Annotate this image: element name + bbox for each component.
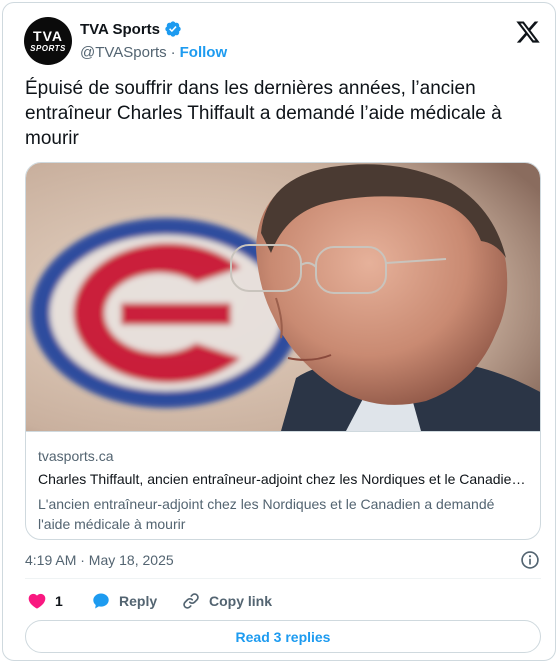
like-count: 1 — [55, 593, 63, 609]
link-icon — [183, 593, 199, 609]
divider — [25, 578, 541, 579]
avatar[interactable]: TVA SPORTS — [24, 17, 72, 65]
avatar-logo-text-top: TVA — [33, 28, 63, 44]
author-name[interactable]: TVA Sports — [80, 21, 160, 38]
verified-badge-icon — [165, 21, 181, 37]
tweet-embed-card: TVA SPORTS TVA Sports @TVASports · Follo… — [2, 2, 556, 661]
copy-link-button[interactable]: Copy link — [181, 591, 272, 611]
info-icon[interactable] — [520, 550, 540, 570]
reply-label: Reply — [119, 593, 158, 609]
speech-bubble-icon — [93, 593, 109, 609]
read-replies-button[interactable]: Read 3 replies — [25, 620, 541, 653]
link-domain: tvasports.ca — [38, 448, 114, 464]
link-description: L'ancien entraîneur-adjoint chez les Nor… — [38, 496, 495, 532]
link-title: Charles Thiffault, ancien entraîneur-adj… — [38, 471, 530, 487]
x-logo-icon[interactable] — [515, 19, 541, 45]
heart-icon — [28, 593, 46, 609]
article-photo — [26, 163, 540, 431]
author-handle-row: @TVASports · Follow — [80, 44, 227, 61]
tweet-timestamp[interactable]: 4:19 AM · May 18, 2025 — [25, 552, 174, 568]
tweet-text: Épuisé de souffrir dans les dernières an… — [25, 78, 502, 149]
separator-dot: · — [170, 44, 176, 61]
avatar-logo-text-bottom: SPORTS — [30, 44, 66, 53]
follow-button[interactable]: Follow — [180, 44, 228, 61]
link-preview-card[interactable]: tvasports.ca Charles Thiffault, ancien e… — [25, 162, 541, 540]
author-name-row: TVA Sports — [80, 20, 182, 38]
author-handle[interactable]: @TVASports — [80, 44, 167, 61]
reply-button[interactable]: Reply — [91, 591, 157, 611]
like-button[interactable]: 1 — [27, 591, 63, 611]
copy-link-label: Copy link — [209, 593, 273, 609]
action-bar: 1 Reply Copy link — [25, 591, 541, 613]
link-preview-meta: tvasports.ca Charles Thiffault, ancien e… — [26, 431, 540, 539]
